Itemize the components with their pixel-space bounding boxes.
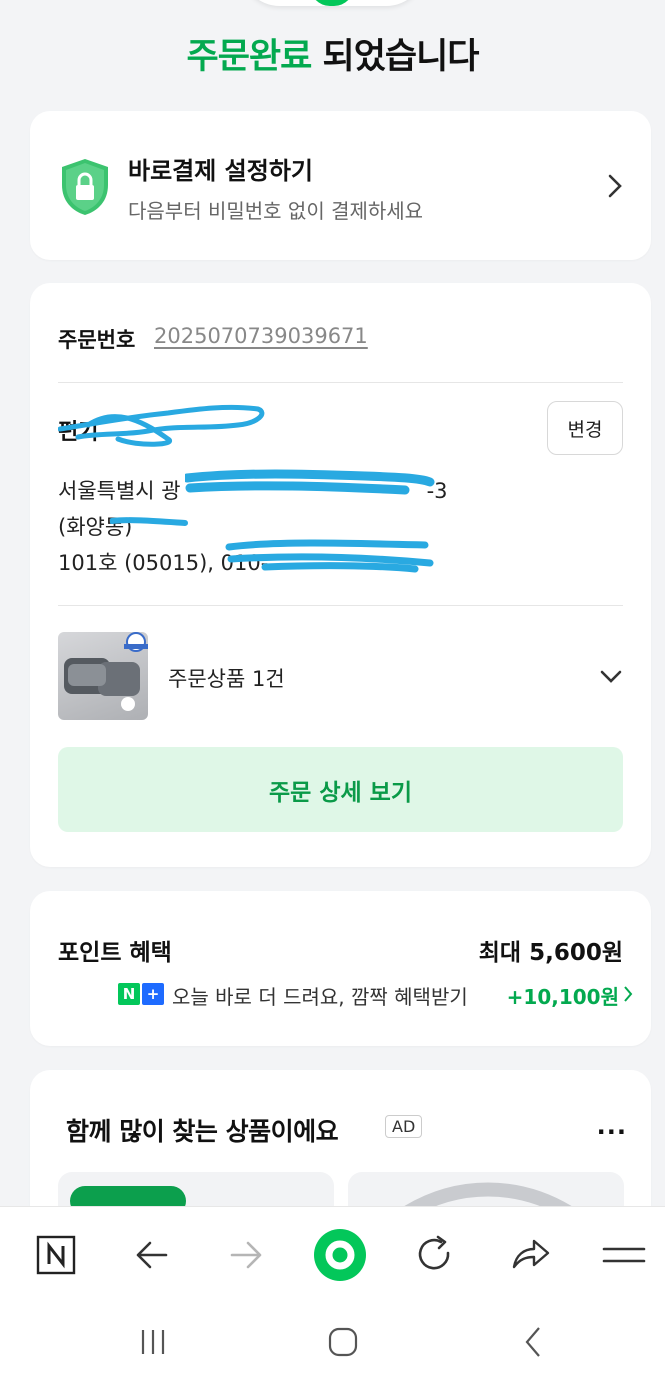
more-icon[interactable]: ··· — [597, 1118, 627, 1146]
quick-pay-card[interactable]: 바로결제 설정하기 다음부터 비밀번호 없이 결제하세요 — [30, 111, 651, 260]
success-badge — [240, 0, 426, 6]
order-detail-button[interactable]: 주문 상세 보기 — [58, 747, 623, 832]
nplus-badge: N + — [118, 983, 164, 1005]
refresh-icon[interactable] — [410, 1231, 458, 1279]
naver-home-icon[interactable] — [32, 1231, 80, 1279]
points-max: 최대 5,600원 — [478, 940, 623, 966]
chevron-down-icon[interactable] — [599, 669, 623, 685]
order-number-link[interactable]: 2025070739039671 — [154, 324, 368, 348]
address-line-3: 101호 (05015), 010- — [58, 551, 269, 575]
shield-lock-icon — [62, 159, 108, 215]
product-thumbnail — [58, 632, 148, 720]
product-count: 주문상품 1건 — [168, 667, 285, 691]
ad-badge: AD — [385, 1115, 423, 1138]
system-navigation-bar — [0, 1300, 665, 1381]
points-bonus[interactable]: +10,100원 — [507, 981, 619, 1010]
recent-apps-icon[interactable] — [133, 1322, 173, 1362]
back-icon[interactable] — [514, 1322, 554, 1362]
address-line-1: 서울특별시 광 -3 — [58, 479, 448, 503]
menu-icon[interactable] — [600, 1231, 648, 1279]
forward-arrow-icon[interactable] — [222, 1231, 270, 1279]
recipient-name: 편기 — [58, 420, 99, 445]
browser-toolbar — [0, 1206, 665, 1300]
recommendations-title: 함께 많이 찾는 상품이에요 — [66, 1117, 339, 1146]
chevron-right-icon — [624, 986, 633, 1002]
home-icon[interactable] — [323, 1322, 363, 1362]
points-card: 포인트 혜택 최대 5,600원 N + 오늘 바로 더 드려요, 깜짝 혜택받기… — [30, 891, 651, 1046]
chevron-right-icon — [608, 174, 622, 198]
order-card: 주문번호 2025070739039671 편기 변경 서울특별시 광 -3 (화… — [30, 283, 651, 867]
naver-green-dot-icon[interactable] — [312, 1227, 368, 1283]
quick-pay-subtitle: 다음부터 비밀번호 없이 결제하세요 — [128, 199, 424, 223]
page-title: 주문완료 되었습니다 — [186, 37, 480, 77]
back-arrow-icon[interactable] — [128, 1231, 176, 1279]
address-line-2: (화양동) — [58, 515, 133, 539]
points-promo-text[interactable]: 오늘 바로 더 드려요, 깜짝 혜택받기 — [172, 981, 468, 1010]
points-title: 포인트 혜택 — [58, 940, 172, 966]
quick-pay-title: 바로결제 설정하기 — [128, 157, 313, 185]
divider — [58, 382, 623, 383]
divider — [58, 605, 623, 606]
change-address-button[interactable]: 변경 — [547, 401, 623, 455]
share-icon[interactable] — [506, 1231, 554, 1279]
order-number-label: 주문번호 — [58, 328, 136, 352]
